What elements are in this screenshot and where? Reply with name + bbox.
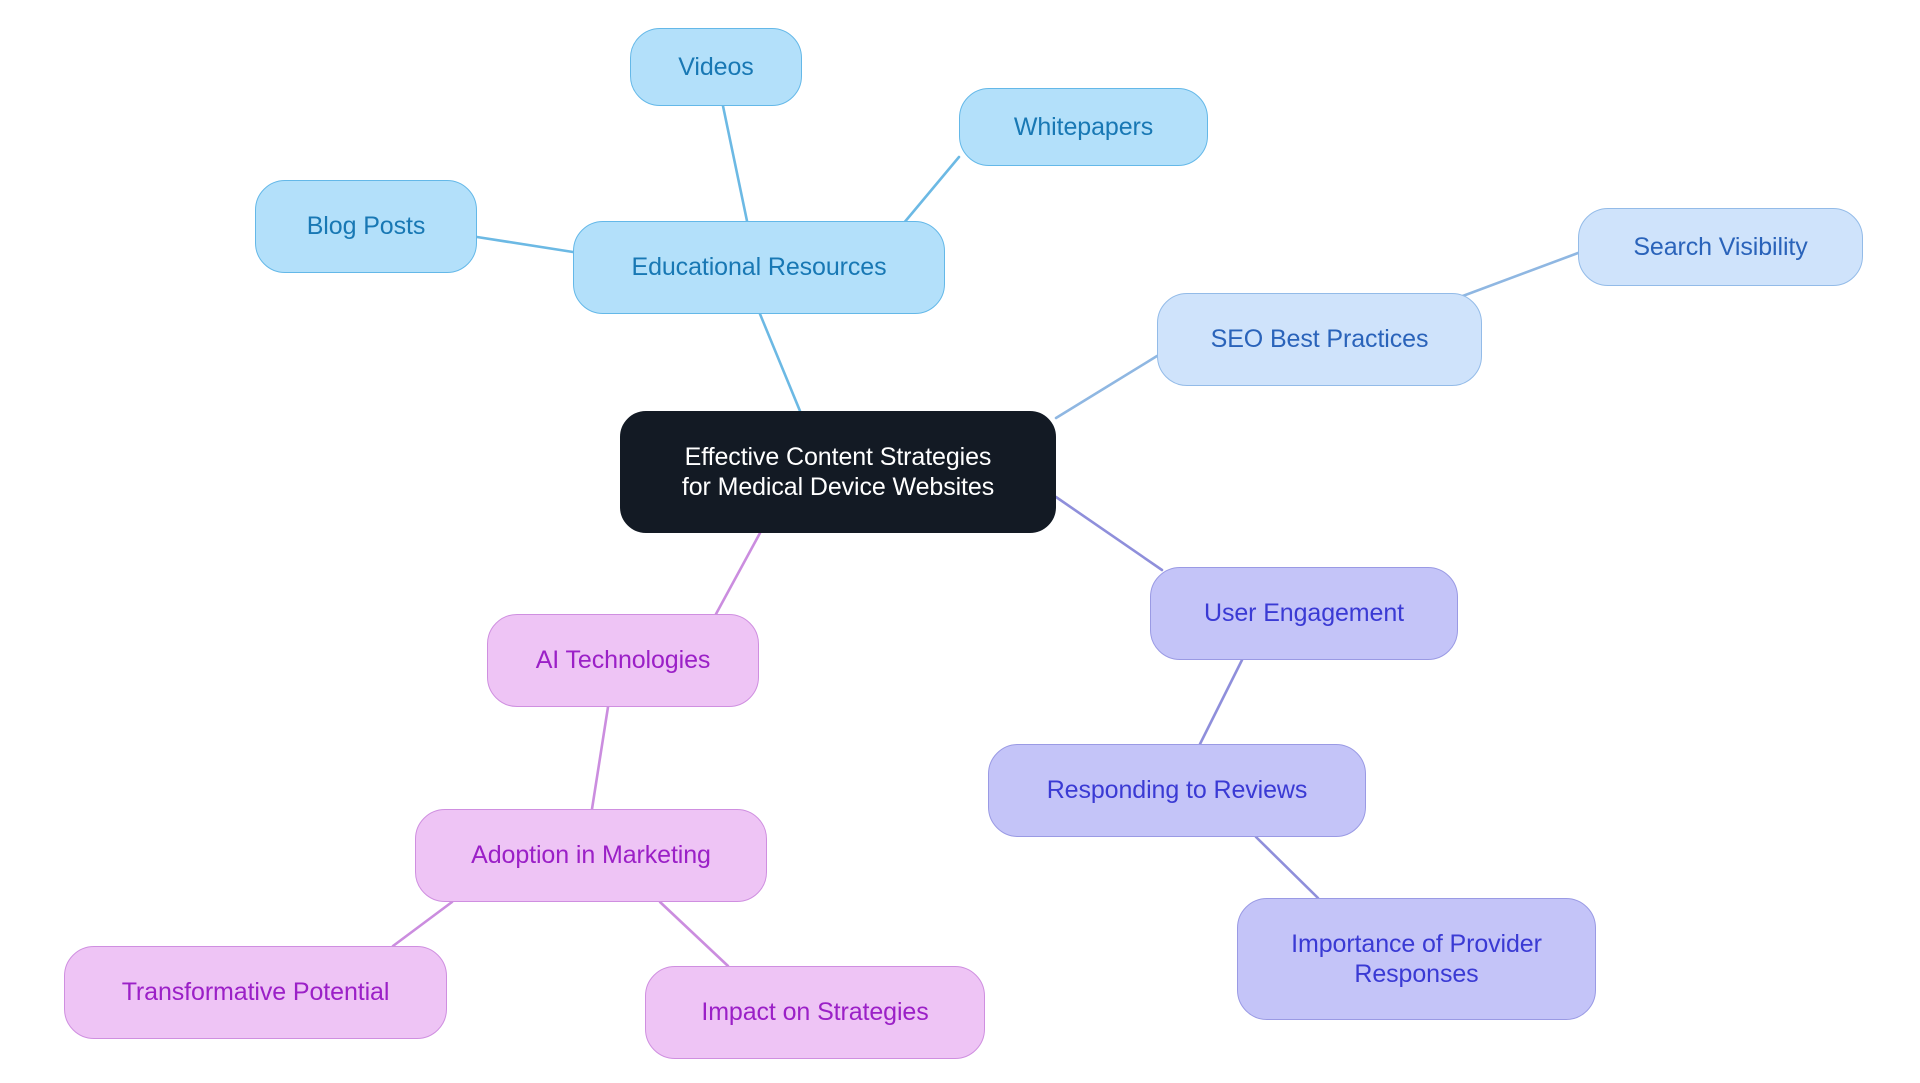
- mindmap-node-responding-to-reviews[interactable]: Responding to Reviews: [988, 744, 1366, 837]
- mindmap-node-label: SEO Best Practices: [1210, 325, 1429, 354]
- mindmap-node-search-visibility[interactable]: Search Visibility: [1578, 208, 1863, 286]
- mindmap-node-label: Importance of Provider Responses: [1291, 929, 1542, 989]
- mindmap-node-label: Search Visibility: [1633, 232, 1808, 261]
- mindmap-node-label: Responding to Reviews: [1046, 776, 1308, 805]
- mindmap-edge-educational-resources: [758, 312, 802, 413]
- mindmap-node-label: Effective Content Strategies for Medical…: [681, 442, 995, 502]
- mindmap-canvas: Effective Content Strategies for Medical…: [0, 0, 1920, 1083]
- mindmap-node-label: AI Technologies: [535, 646, 711, 675]
- mindmap-node-label: Whitepapers: [1013, 112, 1154, 141]
- mindmap-edge-blog-posts: [475, 235, 575, 254]
- mindmap-node-label: Adoption in Marketing: [471, 841, 711, 870]
- mindmap-edge-importance-of-provider-responses: [1254, 835, 1320, 900]
- mindmap-edge-seo-best-practices: [1054, 354, 1159, 420]
- mindmap-edge-adoption-in-marketing: [590, 705, 610, 811]
- mindmap-node-impact-on-strategies[interactable]: Impact on Strategies: [645, 966, 985, 1059]
- mindmap-node-transformative-potential[interactable]: Transformative Potential: [64, 946, 447, 1039]
- mindmap-node-label: Transformative Potential: [121, 978, 390, 1007]
- mindmap-edge-responding-to-reviews: [1198, 658, 1244, 746]
- mindmap-edge-ai-technologies: [714, 531, 762, 616]
- mindmap-node-label: Educational Resources: [631, 253, 887, 282]
- mindmap-node-whitepapers[interactable]: Whitepapers: [959, 88, 1208, 166]
- mindmap-node-root[interactable]: Effective Content Strategies for Medical…: [620, 411, 1056, 533]
- mindmap-node-label: Blog Posts: [306, 212, 426, 241]
- mindmap-node-label: Videos: [678, 52, 754, 81]
- mindmap-node-seo-best-practices[interactable]: SEO Best Practices: [1157, 293, 1482, 386]
- mindmap-node-videos[interactable]: Videos: [630, 28, 802, 106]
- mindmap-node-label: Impact on Strategies: [701, 998, 929, 1027]
- mindmap-edge-videos: [721, 104, 749, 223]
- mindmap-node-label: User Engagement: [1203, 599, 1404, 628]
- mindmap-edge-impact-on-strategies: [658, 900, 730, 968]
- mindmap-node-blog-posts[interactable]: Blog Posts: [255, 180, 477, 273]
- mindmap-edge-user-engagement: [1054, 495, 1164, 572]
- mindmap-node-educational-resources[interactable]: Educational Resources: [573, 221, 945, 314]
- mindmap-edge-search-visibility: [1450, 251, 1580, 302]
- mindmap-edge-transformative-potential: [391, 900, 454, 948]
- mindmap-node-importance-of-provider-responses[interactable]: Importance of Provider Responses: [1237, 898, 1596, 1020]
- mindmap-node-adoption-in-marketing[interactable]: Adoption in Marketing: [415, 809, 767, 902]
- mindmap-node-user-engagement[interactable]: User Engagement: [1150, 567, 1458, 660]
- mindmap-edge-layer: [391, 104, 1580, 968]
- mindmap-node-ai-technologies[interactable]: AI Technologies: [487, 614, 759, 707]
